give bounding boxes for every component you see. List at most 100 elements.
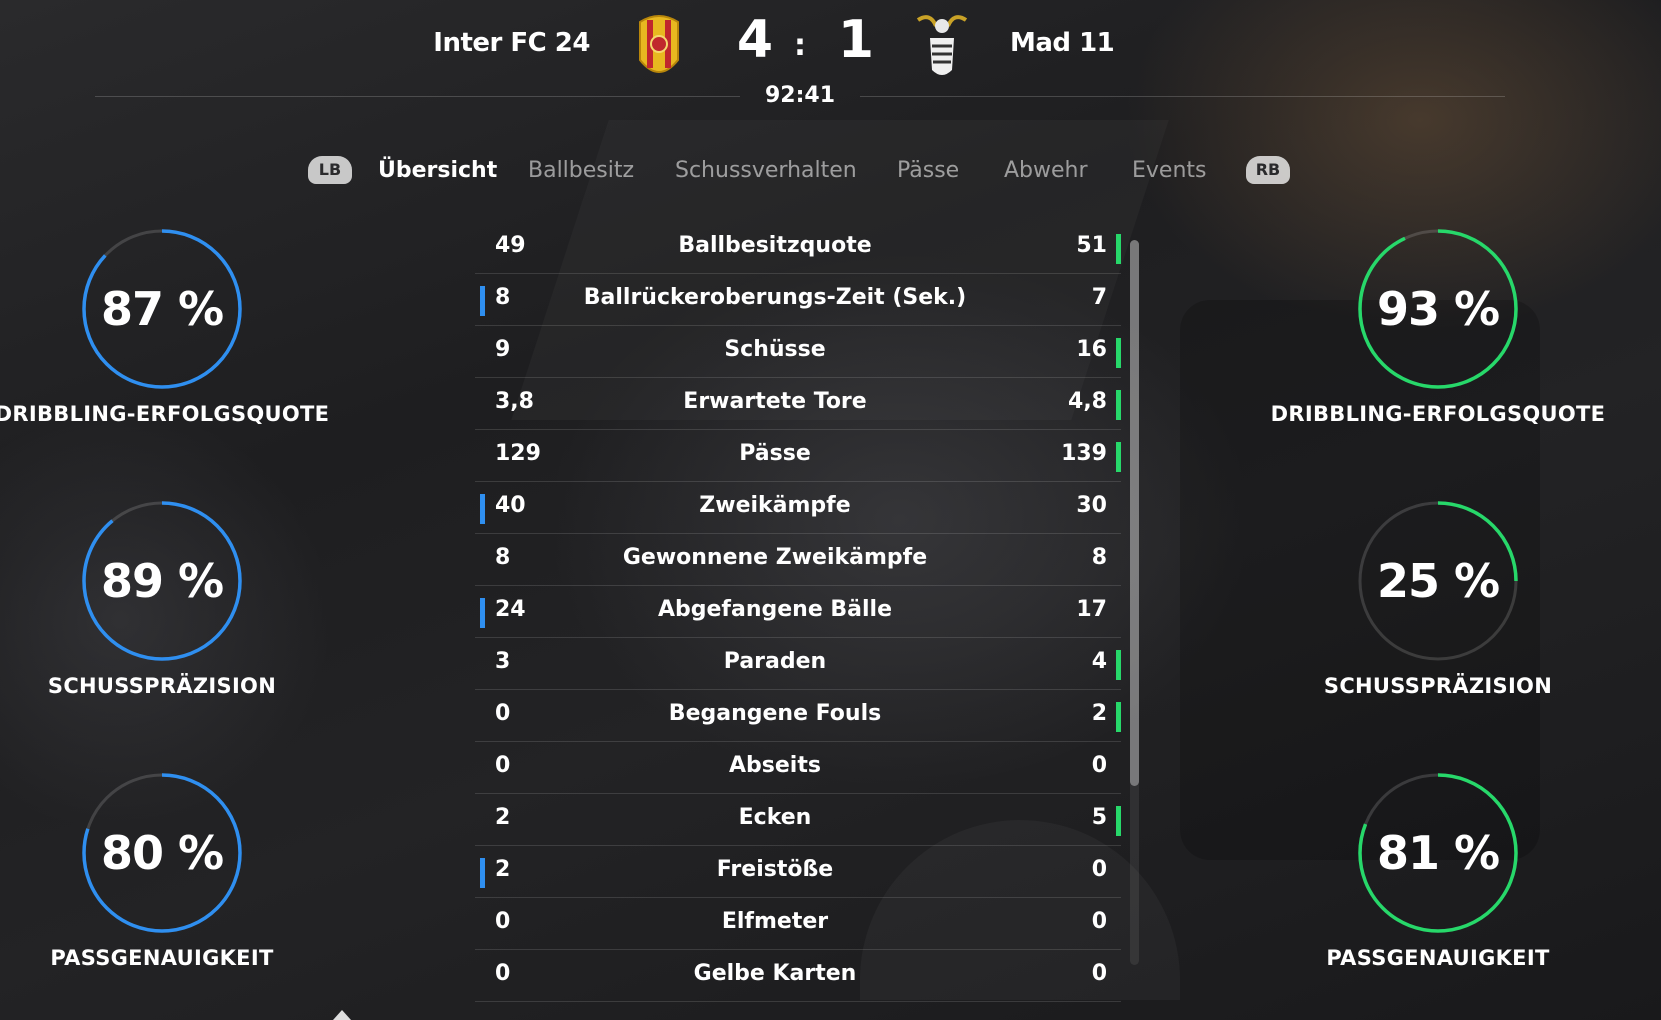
stat-name: Zweikämpfe (699, 493, 851, 518)
divider (95, 96, 740, 97)
away-shot-accuracy-gauge: 25 % (1353, 496, 1523, 666)
gauge-label: SCHUSSPRÄZISION (47, 674, 277, 698)
home-shot-accuracy-gauge: 89 % (77, 496, 247, 666)
home-value: 0 (495, 701, 511, 726)
scrollbar-thumb[interactable] (1130, 240, 1139, 786)
home-dribbling-gauge: 87 % (77, 224, 247, 394)
away-value: 0 (1091, 857, 1107, 882)
away-value: 2 (1091, 701, 1107, 726)
away-pass-accuracy-gauge: 81 % (1353, 768, 1523, 938)
away-lead-marker (1116, 702, 1121, 732)
stat-row: 0 Elfmeter 0 (475, 898, 1121, 950)
away-value: 0 (1091, 753, 1107, 778)
gauge-value: 80 % (100, 826, 224, 880)
tab-ballbesitz[interactable]: Ballbesitz (528, 158, 634, 183)
home-value: 49 (495, 233, 526, 258)
away-club-crest-icon (916, 15, 968, 75)
away-lead-marker (1116, 390, 1121, 420)
away-value: 4 (1091, 649, 1107, 674)
stats-table[interactable]: 49 Ballbesitzquote 51 8 Ballrückeroberungs-Z… (475, 222, 1121, 1002)
stat-row: 9 Schüsse 16 (475, 326, 1121, 378)
gauge-value: 25 % (1376, 554, 1500, 608)
stat-name: Abgefangene Bälle (657, 597, 893, 622)
away-lead-marker (1116, 338, 1121, 368)
gauge-label: SCHUSSPRÄZISION (1323, 674, 1553, 698)
home-lead-marker (480, 494, 485, 524)
home-value: 8 (495, 285, 511, 310)
stat-row: 0 Gelbe Karten 0 (475, 950, 1121, 1002)
away-value: 0 (1091, 961, 1107, 986)
tab-paesse[interactable]: Pässe (897, 158, 959, 183)
stat-name: Ballbesitzquote (678, 233, 872, 258)
away-lead-marker (1116, 806, 1121, 836)
stat-row: 40 Zweikämpfe 30 (475, 482, 1121, 534)
gauge-label: DRIBBLING-ERFOLGSQUOTE (1270, 402, 1606, 426)
away-value: 30 (1076, 493, 1107, 518)
gauge-label: PASSGENAUIGKEIT (1326, 946, 1550, 970)
tab-uebersicht[interactable]: Übersicht (378, 158, 497, 183)
stat-row: 24 Abgefangene Bälle 17 (475, 586, 1121, 638)
stat-row: 0 Begangene Fouls 2 (475, 690, 1121, 742)
away-lead-marker (1116, 650, 1121, 680)
away-value: 16 (1076, 337, 1107, 362)
home-value: 3 (495, 649, 511, 674)
stat-name: Gelbe Karten (693, 961, 857, 986)
gauge-value: 93 % (1376, 282, 1500, 336)
home-value: 40 (495, 493, 526, 518)
stats-tab-bar: LB Übersicht Ballbesitz Schussverhalten … (0, 150, 1661, 196)
home-value: 0 (495, 753, 511, 778)
home-club-crest-icon (639, 15, 679, 73)
stat-name: Gewonnene Zweikämpfe (622, 545, 928, 570)
away-value: 0 (1091, 909, 1107, 934)
stat-name: Abseits (729, 753, 821, 778)
home-score: 4 (736, 10, 774, 70)
stat-row: 8 Gewonnene Zweikämpfe 8 (475, 534, 1121, 586)
caret-up-icon (333, 1010, 351, 1020)
away-team-name: Mad 11 (1010, 28, 1115, 58)
stat-row: 2 Freistöße 0 (475, 846, 1121, 898)
home-value: 8 (495, 545, 511, 570)
divider (860, 96, 1505, 97)
stat-name: Erwartete Tore (683, 389, 867, 414)
home-team-name: Inter FC 24 (433, 28, 590, 58)
stat-row: 3,8 Erwartete Tore 4,8 (475, 378, 1121, 430)
away-value: 17 (1076, 597, 1107, 622)
stat-row: 0 Abseits 0 (475, 742, 1121, 794)
home-value: 2 (495, 805, 511, 830)
tab-schussverhalten[interactable]: Schussverhalten (675, 158, 857, 183)
gauge-label: DRIBBLING-ERFOLGSQUOTE (0, 402, 330, 426)
away-dribbling-gauge: 93 % (1353, 224, 1523, 394)
away-lead-marker (1116, 442, 1121, 472)
stat-name: Elfmeter (721, 909, 829, 934)
score-separator: : (794, 28, 806, 63)
home-value: 9 (495, 337, 511, 362)
rb-button-icon[interactable]: RB (1246, 156, 1290, 184)
home-value: 0 (495, 961, 511, 986)
gauge-value: 81 % (1376, 826, 1500, 880)
home-lead-marker (480, 286, 485, 316)
home-pass-accuracy-gauge: 80 % (77, 768, 247, 938)
home-value: 24 (495, 597, 526, 622)
stat-row: 49 Ballbesitzquote 51 (475, 222, 1121, 274)
stat-row: 2 Ecken 5 (475, 794, 1121, 846)
away-value: 8 (1091, 545, 1107, 570)
gauge-value: 89 % (100, 554, 224, 608)
tab-abwehr[interactable]: Abwehr (1004, 158, 1088, 183)
home-value: 2 (495, 857, 511, 882)
away-value: 4,8 (1068, 389, 1107, 414)
stat-row: 3 Paraden 4 (475, 638, 1121, 690)
gauge-value: 87 % (100, 282, 224, 336)
home-lead-marker (480, 858, 485, 888)
scoreboard: Inter FC 24 4 : 1 Mad 11 92:41 (0, 0, 1661, 110)
lb-button-icon[interactable]: LB (308, 156, 352, 184)
tab-events[interactable]: Events (1132, 158, 1207, 183)
away-score: 1 (837, 10, 875, 70)
match-clock: 92:41 (764, 83, 836, 108)
stat-name: Begangene Fouls (668, 701, 882, 726)
away-value: 7 (1091, 285, 1107, 310)
stat-name: Schüsse (724, 337, 826, 362)
stat-row: 129 Pässe 139 (475, 430, 1121, 482)
home-lead-marker (480, 598, 485, 628)
stat-name: Ecken (738, 805, 812, 830)
stat-name: Pässe (739, 441, 811, 466)
